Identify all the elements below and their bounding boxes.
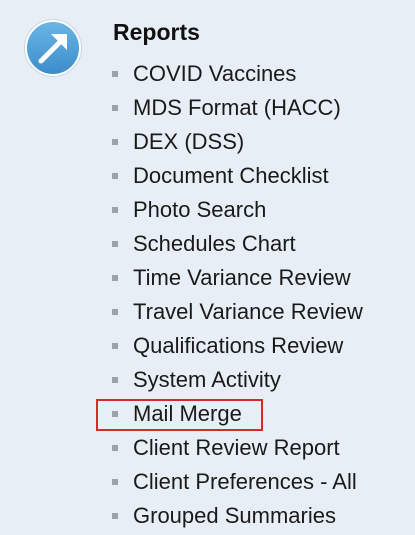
bullet-square-icon xyxy=(112,411,118,417)
bullet-square-icon xyxy=(112,309,118,315)
report-link-dex[interactable]: DEX (DSS) xyxy=(133,127,244,157)
bullet-square-icon xyxy=(112,513,118,519)
list-item: Document Checklist xyxy=(109,159,409,193)
report-link-client-review-report[interactable]: Client Review Report xyxy=(133,433,340,463)
list-item: System Activity xyxy=(109,363,409,397)
report-list: COVID Vaccines MDS Format (HACC) DEX (DS… xyxy=(109,57,409,533)
list-item: COVID Vaccines xyxy=(109,57,409,91)
report-link-time-variance-review[interactable]: Time Variance Review xyxy=(133,263,351,293)
report-link-grouped-summaries[interactable]: Grouped Summaries xyxy=(133,501,336,531)
list-item: Grouped Summaries xyxy=(109,499,409,533)
bullet-square-icon xyxy=(112,377,118,383)
list-item: Schedules Chart xyxy=(109,227,409,261)
report-link-client-preferences-all[interactable]: Client Preferences - All xyxy=(133,467,357,497)
list-item: MDS Format (HACC) xyxy=(109,91,409,125)
list-item: Travel Variance Review xyxy=(109,295,409,329)
list-item: Mail Merge xyxy=(109,397,409,431)
bullet-square-icon xyxy=(112,105,118,111)
bullet-square-icon xyxy=(112,173,118,179)
section-title: Reports xyxy=(113,19,200,45)
report-link-schedules-chart[interactable]: Schedules Chart xyxy=(133,229,296,259)
report-link-qualifications-review[interactable]: Qualifications Review xyxy=(133,331,343,361)
report-link-photo-search[interactable]: Photo Search xyxy=(133,195,266,225)
reports-panel: Reports COVID Vaccines MDS Format (HACC)… xyxy=(0,0,415,535)
report-link-system-activity[interactable]: System Activity xyxy=(133,365,281,395)
bullet-square-icon xyxy=(112,479,118,485)
arrow-up-right-icon xyxy=(22,17,84,79)
bullet-square-icon xyxy=(112,241,118,247)
bullet-square-icon xyxy=(112,445,118,451)
list-item: Photo Search xyxy=(109,193,409,227)
report-link-mail-merge[interactable]: Mail Merge xyxy=(133,399,242,429)
report-link-covid-vaccines[interactable]: COVID Vaccines xyxy=(133,59,296,89)
list-item: Time Variance Review xyxy=(109,261,409,295)
list-item: Client Review Report xyxy=(109,431,409,465)
bullet-square-icon xyxy=(112,275,118,281)
bullet-square-icon xyxy=(112,207,118,213)
report-link-travel-variance-review[interactable]: Travel Variance Review xyxy=(133,297,363,327)
list-item: Qualifications Review xyxy=(109,329,409,363)
report-link-document-checklist[interactable]: Document Checklist xyxy=(133,161,329,191)
bullet-square-icon xyxy=(112,139,118,145)
bullet-square-icon xyxy=(112,343,118,349)
report-link-mds-format[interactable]: MDS Format (HACC) xyxy=(133,93,341,123)
list-item: Client Preferences - All xyxy=(109,465,409,499)
list-item: DEX (DSS) xyxy=(109,125,409,159)
bullet-square-icon xyxy=(112,71,118,77)
